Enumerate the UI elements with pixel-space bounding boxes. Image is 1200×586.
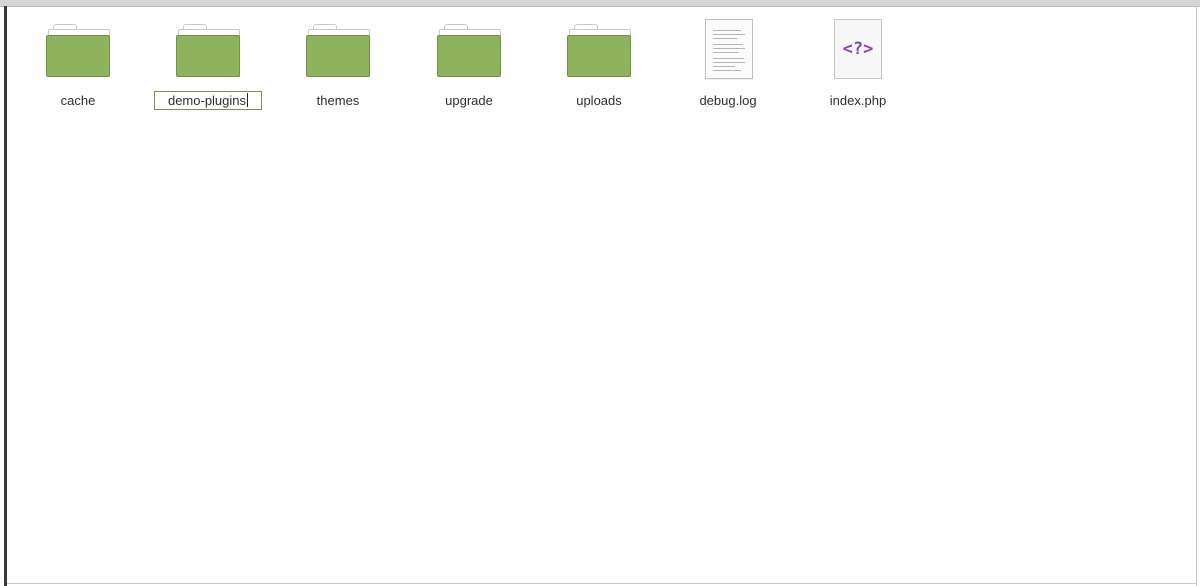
file-name-label: themes <box>316 93 360 108</box>
pane-bottom-border <box>7 583 1197 584</box>
window-top-border <box>0 0 1200 7</box>
folder-icon <box>176 19 240 81</box>
file-item-themes[interactable]: themes <box>273 19 403 119</box>
folder-icon <box>46 19 110 81</box>
php-glyph: <?> <box>834 19 882 79</box>
file-item-cache[interactable]: cache <box>13 19 143 119</box>
folder-icon <box>437 19 501 81</box>
folder-icon <box>567 19 631 81</box>
php-file-icon: <?> <box>826 19 890 81</box>
folder-icon <box>306 19 370 81</box>
rename-input[interactable]: demo-plugins <box>153 91 263 110</box>
file-item-uploads[interactable]: uploads <box>534 19 664 119</box>
file-name-label: index.php <box>829 93 887 108</box>
file-name-label: upgrade <box>445 93 493 108</box>
pane-right-border <box>1196 6 1197 586</box>
file-item-demo-plugins[interactable]: demo-plugins <box>143 19 273 119</box>
file-item-debug-log[interactable]: debug.log <box>663 19 793 119</box>
file-name-label: cache <box>60 93 96 108</box>
file-name-label: debug.log <box>699 93 757 108</box>
file-icon-view[interactable]: cache demo-plugins themes upgrade upload… <box>7 7 1196 583</box>
rename-input-text: demo-plugins <box>167 93 247 108</box>
text-caret <box>247 93 249 107</box>
file-item-index-php[interactable]: <?> index.php <box>793 19 923 119</box>
text-document-icon <box>696 19 760 81</box>
file-item-upgrade[interactable]: upgrade <box>404 19 534 119</box>
file-name-label: uploads <box>576 93 622 108</box>
